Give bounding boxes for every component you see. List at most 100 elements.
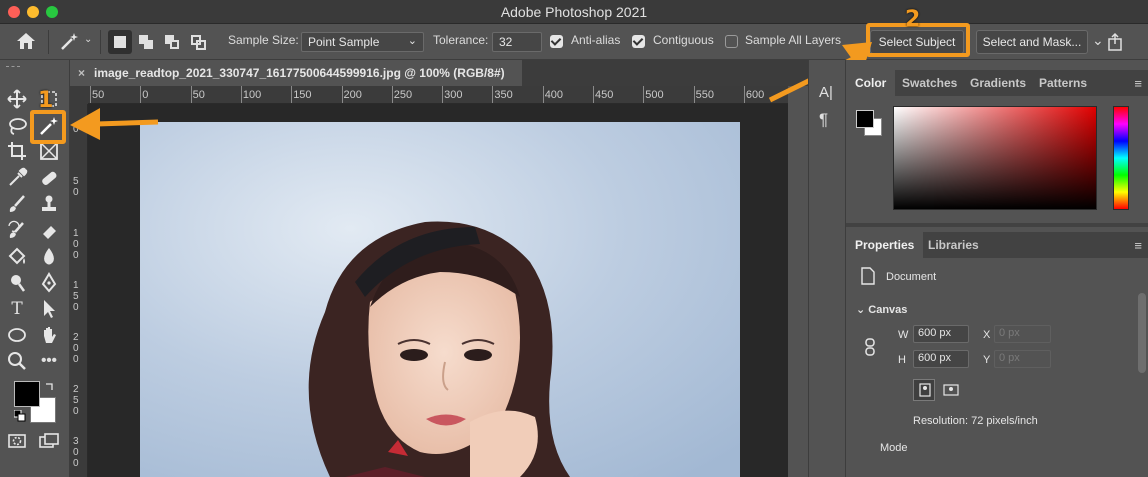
more-tools-icon[interactable]: ••• <box>38 350 60 372</box>
home-icon[interactable] <box>16 32 36 50</box>
properties-panel-tabs: Properties Libraries ≡ <box>846 232 1148 258</box>
ruler-tick-label: 250 <box>73 384 79 417</box>
ruler-tick-label: 250 <box>393 89 413 101</box>
intersect-selection-button[interactable] <box>186 30 210 54</box>
tab-patterns[interactable]: Patterns <box>1030 70 1096 96</box>
x-input[interactable]: 0 px <box>994 325 1051 343</box>
paragraph-panel-icon[interactable]: ¶ <box>819 110 828 130</box>
landscape-orientation-button[interactable] <box>940 379 962 401</box>
document-image[interactable] <box>140 122 740 477</box>
swap-colors-icon[interactable] <box>44 380 56 392</box>
separator <box>100 30 101 54</box>
foreground-color-swatch[interactable] <box>14 381 40 407</box>
canvas-area[interactable] <box>88 104 788 477</box>
ruler-tick-label: 400 <box>544 89 564 101</box>
crop-tool-icon[interactable] <box>6 140 28 162</box>
tolerance-label: Tolerance: <box>433 33 489 47</box>
zoom-tool-icon[interactable] <box>6 350 28 372</box>
subtract-from-selection-button[interactable] <box>160 30 184 54</box>
ruler-tick-label: 350 <box>494 89 513 101</box>
select-options-chevron[interactable]: ⌄ <box>1092 32 1104 49</box>
tolerance-input[interactable]: 32 <box>492 32 542 52</box>
lasso-tool-icon[interactable] <box>6 115 28 137</box>
eyedropper-tool-icon[interactable] <box>6 167 28 189</box>
magic-wand-preset-icon[interactable] <box>58 31 80 53</box>
hand-tool-icon[interactable] <box>38 324 60 346</box>
tab-swatches[interactable]: Swatches <box>893 70 966 96</box>
ruler-tick <box>643 86 645 103</box>
move-tool-icon[interactable] <box>6 88 28 110</box>
blur-tool-icon[interactable] <box>38 246 60 268</box>
add-to-selection-button[interactable] <box>134 30 158 54</box>
document-tab-title: image_readtop_2021_330747_16177500644599… <box>94 66 505 80</box>
portrait-orientation-button[interactable] <box>913 379 935 401</box>
ruler-tick-label: 300 <box>444 89 463 101</box>
screen-mode-icon[interactable] <box>38 430 60 452</box>
ruler-tick <box>240 86 242 103</box>
ruler-tick <box>542 86 544 103</box>
callout-step-1: 1 <box>38 88 54 113</box>
share-icon[interactable] <box>1105 32 1125 52</box>
canvas-label: Canvas <box>868 304 908 316</box>
contiguous-checkbox[interactable] <box>632 35 645 48</box>
sample-size-select[interactable]: Point Sample ⌄ <box>301 32 424 52</box>
portrait-icon <box>919 383 931 397</box>
select-and-mask-button[interactable]: Select and Mask... <box>976 30 1088 54</box>
chevron-down-icon[interactable]: ⌄ <box>84 34 92 45</box>
horizontal-ruler[interactable]: 50 0 50 100 150 200 250 300 350 400 450 500 550 600 <box>88 86 788 104</box>
ruler-tick <box>341 86 343 103</box>
paint-bucket-tool-icon[interactable] <box>6 246 28 268</box>
type-tool-icon[interactable]: T <box>6 298 28 320</box>
tab-properties[interactable]: Properties <box>846 232 924 258</box>
healing-brush-tool-icon[interactable] <box>38 167 60 189</box>
ellipse-tool-icon[interactable] <box>6 324 28 346</box>
toolbar-grip[interactable] <box>6 66 20 68</box>
right-panels: Color Swatches Gradients Patterns ≡ Prop… <box>846 60 1148 477</box>
brush-tool-icon[interactable] <box>6 193 28 215</box>
clone-stamp-tool-icon[interactable] <box>38 193 60 215</box>
quick-mask-icon[interactable] <box>6 430 28 452</box>
vertical-ruler[interactable]: 0 50 100 150 200 250 300 <box>70 104 88 477</box>
y-input[interactable]: 0 px <box>994 350 1051 368</box>
close-tab-icon[interactable]: × <box>78 60 85 86</box>
magic-wand-highlight <box>30 110 66 144</box>
history-brush-tool-icon[interactable] <box>6 220 28 242</box>
ruler-origin[interactable] <box>70 86 88 104</box>
pen-tool-icon[interactable] <box>38 272 60 294</box>
default-colors-icon[interactable] <box>14 410 26 422</box>
landscape-icon <box>943 384 959 396</box>
y-label: Y <box>983 354 991 366</box>
dodge-tool-icon[interactable] <box>6 272 28 294</box>
new-selection-button[interactable] <box>108 30 132 54</box>
x-label: X <box>983 329 991 341</box>
character-panel-icon[interactable]: A| <box>819 84 833 101</box>
ruler-tick <box>743 86 745 103</box>
panel-menu-icon[interactable]: ≡ <box>1134 76 1142 91</box>
link-icon[interactable] <box>864 338 876 356</box>
path-selection-tool-icon[interactable] <box>38 298 60 320</box>
ruler-tick-label: 0 <box>73 124 79 135</box>
hue-slider[interactable] <box>1113 106 1129 210</box>
properties-document-label: Document <box>886 271 937 283</box>
ruler-tick-label: 50 <box>192 89 205 101</box>
sample-all-layers-checkbox[interactable] <box>725 35 738 48</box>
eraser-tool-icon[interactable] <box>38 220 60 242</box>
properties-scrollbar[interactable] <box>1138 293 1146 373</box>
tab-libraries[interactable]: Libraries <box>919 232 988 258</box>
color-picker-field[interactable] <box>893 106 1097 210</box>
anti-alias-checkbox[interactable] <box>550 35 563 48</box>
width-input[interactable]: 600 px <box>913 325 969 343</box>
ruler-tick-label: 200 <box>343 89 362 101</box>
tab-gradients[interactable]: Gradients <box>961 70 1035 96</box>
window-title: Adobe Photoshop 2021 <box>500 4 648 20</box>
height-input[interactable]: 600 px <box>913 350 969 368</box>
ruler-tick <box>90 86 91 103</box>
panel-foreground-color[interactable] <box>856 110 874 128</box>
sample-all-layers-label: Sample All Layers <box>745 33 842 47</box>
canvas-section-header[interactable]: ⌄ Canvas <box>856 303 907 316</box>
document-tab[interactable]: × image_readtop_2021_330747_161775006445… <box>70 60 522 86</box>
ruler-tick-label: 100 <box>73 228 79 261</box>
panel-menu-icon[interactable]: ≡ <box>1134 238 1142 253</box>
contiguous-label: Contiguous <box>653 33 714 47</box>
tab-color[interactable]: Color <box>846 70 896 96</box>
